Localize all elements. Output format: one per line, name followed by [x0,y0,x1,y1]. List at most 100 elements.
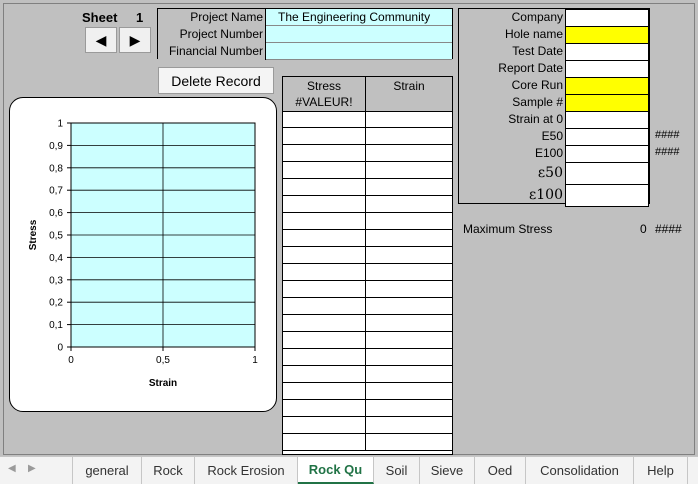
stress-header-label: Stress [306,79,341,93]
strain-cell[interactable] [366,196,452,213]
stress-cell[interactable] [283,247,366,264]
chart-svg: 0 0,1 0,2 0,3 0,4 0,5 0,6 0,7 0,8 0,9 1 0 0,5 1 Strain… [28,119,258,390]
stress-cell[interactable] [283,434,366,451]
y-axis-title: Stress [28,219,39,250]
stress-cell[interactable] [283,315,366,332]
strain-cell[interactable] [366,400,452,417]
stress-cell[interactable] [283,213,366,230]
stress-cell[interactable] [283,128,366,145]
stress-cell[interactable] [283,145,366,162]
stress-strain-table: Stress #VALEUR! Strain [282,76,453,455]
sheet-tab[interactable]: Oed [475,457,526,484]
strain-cell[interactable] [366,349,452,366]
y-tick-label: 0,1 [49,320,63,331]
scroll-right-icon[interactable]: ▶ [28,463,36,474]
stress-cell[interactable] [283,400,366,417]
info-row-8: E100 [459,145,649,163]
strain-cell[interactable] [366,247,452,264]
sheet-tab[interactable]: Help [634,457,688,484]
scroll-left-icon[interactable]: ◀ [8,463,16,474]
stress-cell[interactable] [283,332,366,349]
stress-cell[interactable] [283,264,366,281]
stress-cell[interactable] [283,196,366,213]
strain-cell[interactable] [366,145,452,162]
info-label: Hole name [504,27,563,41]
stress-cell[interactable] [283,298,366,315]
strain-cell[interactable] [366,111,452,128]
info-value-field[interactable] [565,9,649,27]
y-tick-label: 0,6 [49,208,63,219]
info-value-field[interactable] [565,145,649,163]
previous-button[interactable]: ◀ [85,27,117,53]
stress-cell[interactable] [283,366,366,383]
stress-cell[interactable] [283,179,366,196]
sheet-tab[interactable]: Sieve [420,457,475,484]
strain-cell[interactable] [366,434,452,451]
info-row-2: Test Date [459,43,649,61]
strain-cell[interactable] [366,366,452,383]
strain-cell[interactable] [366,383,452,400]
sheet-tab[interactable]: Rock [142,457,195,484]
info-label: ε100 [529,187,563,203]
stress-cell[interactable] [283,162,366,179]
strain-cell[interactable] [366,281,452,298]
info-value-field[interactable] [565,77,649,95]
info-row-9: ε50 [459,162,649,185]
y-tick-label: 0,2 [49,298,63,309]
project-name-field[interactable]: The Engineering Community [266,9,452,26]
info-label: Core Run [511,78,563,92]
sheet-tab[interactable]: Rock Erosion [195,457,298,484]
strain-cell[interactable] [366,162,452,179]
next-button[interactable]: ▶ [119,27,151,53]
info-value-field[interactable] [565,184,649,207]
strain-cell[interactable] [366,298,452,315]
info-row-1: Hole name [459,26,649,44]
project-number-field[interactable] [266,26,452,43]
y-tick-label: 0,8 [49,163,63,174]
stress-cell[interactable] [283,383,366,400]
strain-cell[interactable] [366,213,452,230]
strain-cell[interactable] [366,128,452,145]
financial-number-field[interactable] [266,43,452,60]
test-info-block: Company Hole name Test Date Report Date Core… [458,8,650,207]
info-row-0: Company [459,9,649,27]
strain-cell[interactable] [366,315,452,332]
y-tick-label: 0,5 [49,231,63,242]
info-value-field[interactable] [565,26,649,44]
stress-cell[interactable] [283,281,366,298]
stress-cell[interactable] [283,349,366,366]
strain-cell[interactable] [366,264,452,281]
project-name-row: Project Name The Engineering Community [158,9,452,26]
overflow-indicator: #### [655,129,680,141]
info-value-field[interactable] [565,162,649,185]
strain-cell[interactable] [366,230,452,247]
stress-cell[interactable] [283,230,366,247]
stress-column-header: Stress #VALEUR! [283,77,366,111]
y-tick-label: 0,3 [49,275,63,286]
info-value-field[interactable] [565,128,649,146]
sheet-tab[interactable]: Consolidation [526,457,634,484]
stress-cell[interactable] [283,417,366,434]
stress-cell[interactable] [283,111,366,128]
info-value-field[interactable] [565,111,649,129]
triangle-left-icon: ◀ [95,31,107,48]
info-value-field[interactable] [565,43,649,61]
maximum-stress-overflow: #### [655,222,682,236]
sheet-tab[interactable]: Soil [374,457,420,484]
sheet-tab[interactable]: Rock Qu [298,457,374,484]
info-label: Sample # [512,95,563,109]
sheet-tab[interactable]: general [72,457,142,484]
info-value-field[interactable] [565,60,649,78]
info-label: E50 [541,129,563,143]
info-value-field[interactable] [565,94,649,112]
stress-header-error: #VALEUR! [295,95,353,109]
delete-record-button[interactable]: Delete Record [158,67,274,94]
strain-header-label: Strain [393,79,425,93]
strain-cell[interactable] [366,332,452,349]
stress-strain-chart: 0 0,1 0,2 0,3 0,4 0,5 0,6 0,7 0,8 0,9 1 0 0,5 1 Strain… [9,97,277,412]
info-label: Company [511,10,563,24]
strain-cell[interactable] [366,417,452,434]
strain-cell[interactable] [366,179,452,196]
y-tick-label: 0 [57,343,63,354]
financial-number-label: Financial Number [158,43,266,60]
